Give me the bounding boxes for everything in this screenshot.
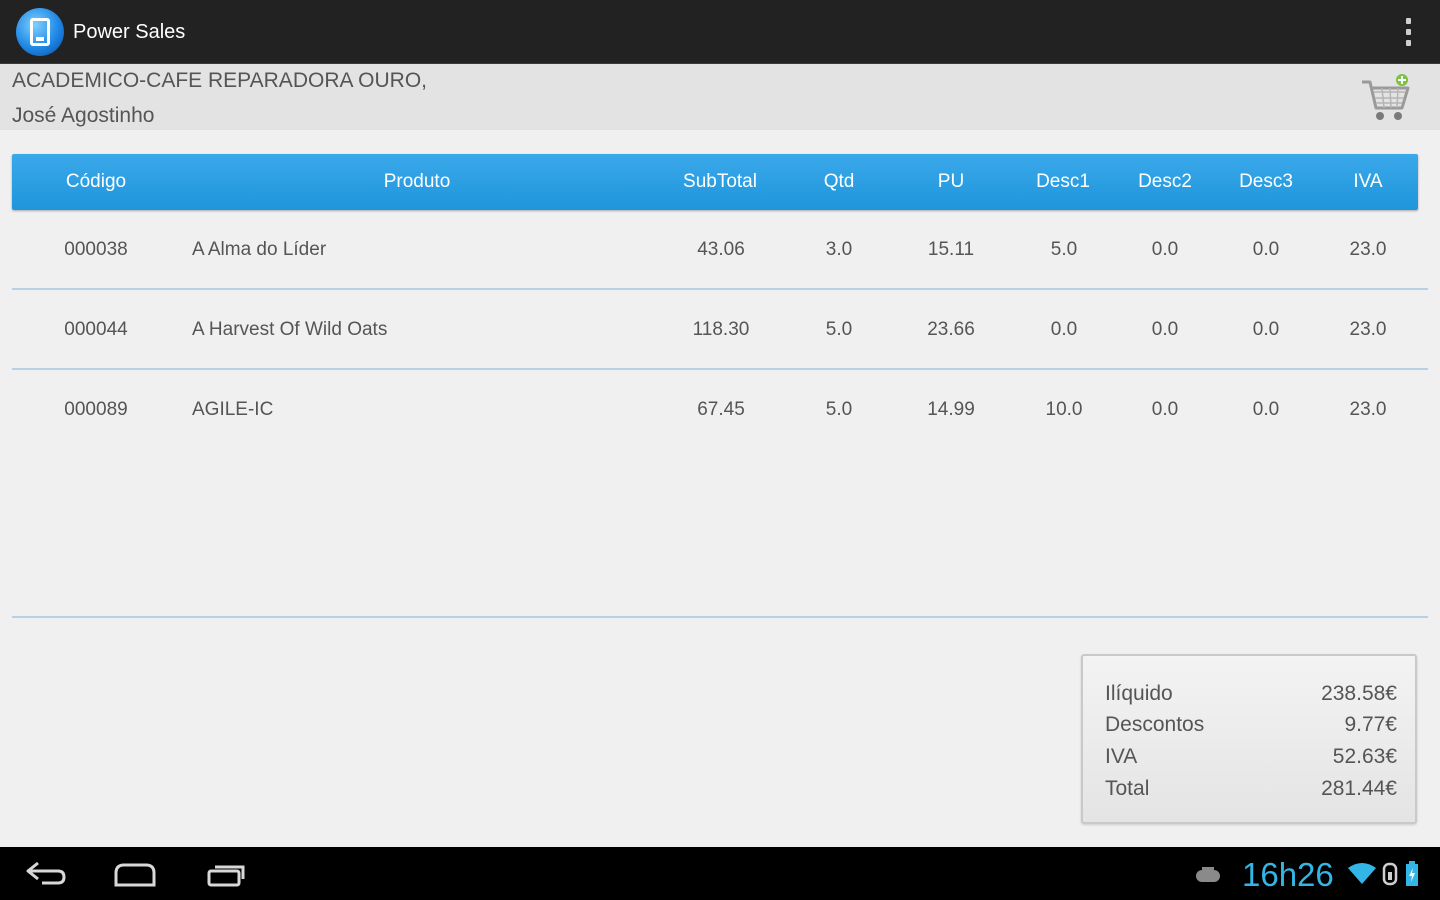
game-controller-icon [1196, 867, 1220, 882]
app-logo-icon[interactable] [16, 8, 64, 56]
totals-value: 9.77€ [1344, 713, 1397, 736]
column-header-desc2[interactable]: Desc2 [1125, 154, 1205, 210]
cell-subtotal: 118.30 [692, 319, 750, 340]
totals-value: 281.44€ [1321, 777, 1397, 800]
overflow-menu-icon[interactable] [1404, 18, 1412, 46]
cell-qtd: 5.0 [825, 319, 853, 340]
cell-desc1: 5.0 [1050, 239, 1078, 260]
cell-codigo: 000038 [64, 239, 128, 260]
totals-label: Descontos [1105, 713, 1205, 736]
column-header-pu[interactable]: PU [911, 154, 991, 210]
battery-charging-icon [1406, 861, 1418, 886]
column-header-iva[interactable]: IVA [1328, 154, 1408, 210]
action-bar: Power Sales [0, 0, 1440, 64]
cell-codigo: 000089 [64, 399, 128, 420]
column-header-desc3[interactable]: Desc3 [1226, 154, 1306, 210]
app-title: Power Sales [73, 21, 186, 43]
add-to-cart-icon[interactable] [1358, 72, 1412, 124]
totals-row-descontos: Descontos 9.77€ [1105, 709, 1397, 741]
customer-contact: José Agostinho [12, 104, 155, 127]
cell-produto: A Alma do Líder [192, 239, 327, 260]
home-icon [114, 863, 156, 887]
wifi-icon [1348, 863, 1376, 884]
totals-value: 238.58€ [1321, 682, 1397, 705]
cell-desc1: 0.0 [1050, 319, 1078, 340]
cell-desc2: 0.0 [1151, 239, 1179, 260]
column-header-qtd[interactable]: Qtd [799, 154, 879, 210]
column-header-codigo[interactable]: Código [36, 154, 156, 210]
totals-label: Ilíquido [1105, 682, 1173, 705]
totals-row-total: Total 281.44€ [1105, 773, 1397, 805]
cell-qtd: 5.0 [825, 399, 853, 420]
home-button[interactable] [105, 855, 165, 893]
cell-desc2: 0.0 [1151, 399, 1179, 420]
totals-label: Total [1105, 777, 1150, 800]
cell-desc3: 0.0 [1252, 399, 1280, 420]
cell-produto: AGILE-IC [192, 399, 274, 420]
cell-desc3: 0.0 [1252, 239, 1280, 260]
cell-qtd: 3.0 [825, 239, 853, 260]
table-divider [12, 616, 1428, 618]
customer-header: ACADEMICO-CAFE REPARADORA OURO, José Ago… [0, 64, 1440, 130]
system-navigation-bar [0, 847, 1440, 900]
cell-iva: 23.0 [1349, 399, 1387, 420]
table-row[interactable]: 000089 AGILE-IC 67.45 5.0 14.99 10.0 0.0… [12, 370, 1428, 450]
cell-pu: 14.99 [927, 399, 975, 420]
status-clock: 16h26 [1242, 856, 1334, 893]
back-icon [26, 861, 66, 885]
signal-icon [1382, 862, 1398, 886]
cell-codigo: 000044 [64, 319, 128, 340]
cell-desc3: 0.0 [1252, 319, 1280, 340]
recent-apps-icon [207, 865, 245, 887]
column-header-subtotal[interactable]: SubTotal [660, 154, 780, 210]
cell-iva: 23.0 [1349, 319, 1387, 340]
totals-summary: Ilíquido 238.58€ Descontos 9.77€ IVA 52.… [1081, 654, 1417, 824]
customer-name: ACADEMICO-CAFE REPARADORA OURO, [12, 69, 427, 92]
column-header-produto[interactable]: Produto [267, 154, 567, 210]
cell-desc2: 0.0 [1151, 319, 1179, 340]
cell-produto: A Harvest Of Wild Oats [192, 319, 388, 340]
cell-pu: 23.66 [927, 319, 975, 340]
totals-label: IVA [1105, 745, 1138, 768]
cell-iva: 23.0 [1349, 239, 1387, 260]
table-row[interactable]: 000044 A Harvest Of Wild Oats 118.30 5.0… [12, 290, 1428, 370]
column-header-desc1[interactable]: Desc1 [1023, 154, 1103, 210]
table-row[interactable]: 000038 A Alma do Líder 43.06 3.0 15.11 5… [12, 210, 1428, 290]
cell-desc1: 10.0 [1045, 399, 1083, 420]
cell-pu: 15.11 [927, 239, 975, 260]
cell-subtotal: 67.45 [697, 399, 745, 420]
totals-value: 52.63€ [1332, 745, 1397, 768]
back-button[interactable] [16, 855, 76, 893]
totals-row-iva: IVA 52.63€ [1105, 741, 1397, 773]
table-header: Código Produto SubTotal Qtd PU Desc1 Des… [12, 154, 1418, 210]
recent-apps-button[interactable] [196, 855, 256, 893]
totals-row-iliquido: Ilíquido 238.58€ [1105, 678, 1397, 710]
cell-subtotal: 43.06 [697, 239, 745, 260]
